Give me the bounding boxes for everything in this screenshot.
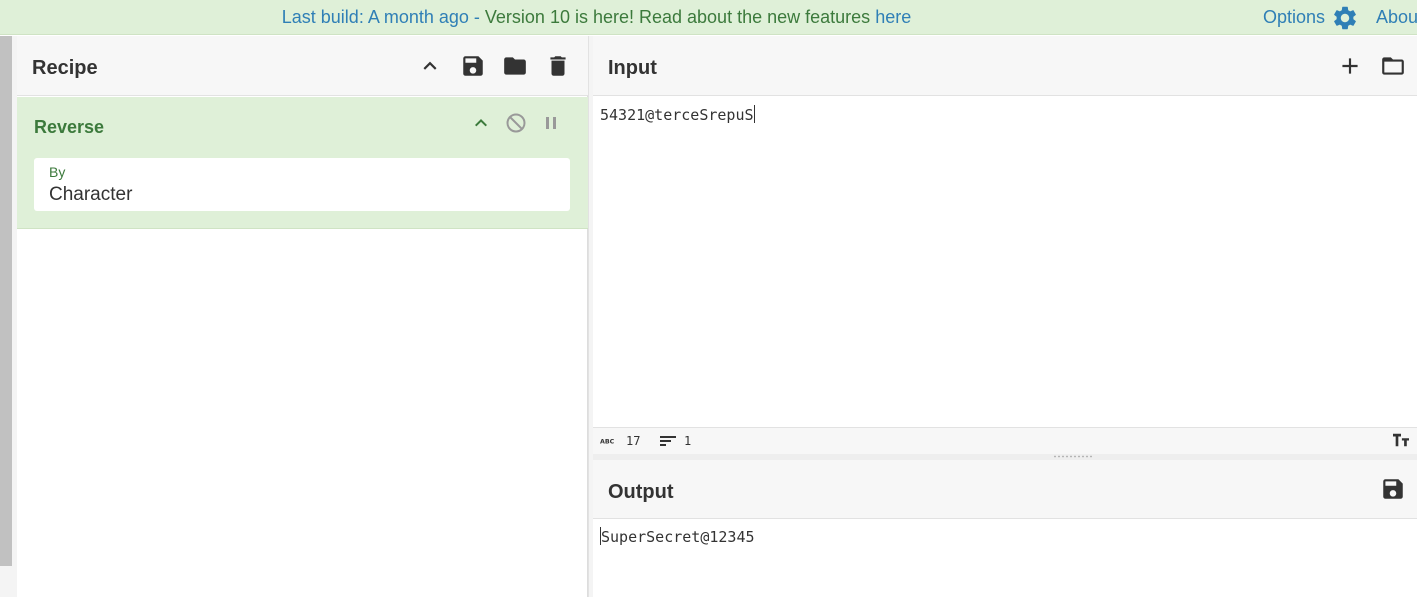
text-cursor — [753, 105, 755, 123]
recipe-operation-reverse[interactable]: Reverse By Character — [17, 97, 588, 229]
input-textarea[interactable]: 54321@terceSrepuS — [600, 105, 755, 124]
length-indicator: ABC 17 — [600, 434, 640, 448]
input-panel: Input 54321@terceSrepuS ABC 17 1 — [593, 36, 1417, 454]
output-text: SuperSecret@12345 — [601, 528, 755, 546]
recipe-header: Recipe — [17, 36, 588, 96]
argument-value[interactable]: Character — [49, 184, 132, 206]
input-text: 54321@terceSrepuS — [600, 106, 754, 124]
options-label: Options — [1263, 7, 1326, 27]
input-lines: 1 — [684, 434, 692, 448]
input-header: Input — [593, 36, 1417, 96]
gear-icon — [1331, 4, 1359, 32]
output-header: Output — [593, 460, 1417, 519]
about-button[interactable]: Abou — [1376, 0, 1417, 35]
resize-grip-icon[interactable] — [1053, 455, 1093, 458]
save-output-icon[interactable] — [1380, 476, 1406, 502]
banner-separator: - — [468, 7, 485, 27]
input-status-bar: ABC 17 1 — [593, 427, 1417, 454]
banner-features-link[interactable]: here — [875, 7, 911, 27]
output-textarea[interactable]: SuperSecret@12345 — [600, 527, 755, 546]
disable-operation-icon[interactable] — [504, 111, 528, 135]
output-title: Output — [608, 481, 674, 503]
operation-name: Reverse — [34, 117, 105, 137]
input-length: 17 — [626, 434, 641, 448]
banner-message: Last build: A month ago - Version 10 is … — [0, 0, 1193, 35]
lines-icon — [660, 436, 676, 446]
abc-icon: ABC — [600, 439, 615, 446]
font-size-icon[interactable] — [1393, 433, 1417, 447]
pause-icon[interactable] — [539, 111, 563, 135]
collapse-operation-icon[interactable] — [469, 111, 493, 135]
trash-icon[interactable] — [545, 53, 571, 79]
input-title: Input — [608, 57, 657, 79]
folder-icon[interactable] — [502, 53, 528, 79]
chevron-up-icon[interactable] — [417, 53, 443, 79]
lines-indicator: 1 — [660, 434, 691, 448]
output-panel: Output SuperSecret@12345 — [593, 460, 1417, 597]
add-tab-icon[interactable] — [1337, 53, 1363, 79]
banner-build-info: Last build: A month ago — [281, 7, 469, 27]
recipe-panel: Recipe Reverse By Character — [17, 36, 588, 597]
argument-label: By — [49, 164, 66, 180]
banner-version-text: Version 10 is here! Read about the new f… — [484, 7, 871, 27]
recipe-title: Recipe — [32, 57, 98, 79]
operations-scrollbar[interactable] — [0, 36, 12, 566]
notification-banner: Last build: A month ago - Version 10 is … — [0, 0, 1417, 35]
save-recipe-icon[interactable] — [460, 53, 486, 79]
svg-text:ABC: ABC — [600, 439, 615, 446]
by-argument-field[interactable]: By Character — [34, 158, 570, 211]
open-folder-icon[interactable] — [1380, 53, 1406, 79]
options-button[interactable]: Options — [1263, 0, 1359, 35]
